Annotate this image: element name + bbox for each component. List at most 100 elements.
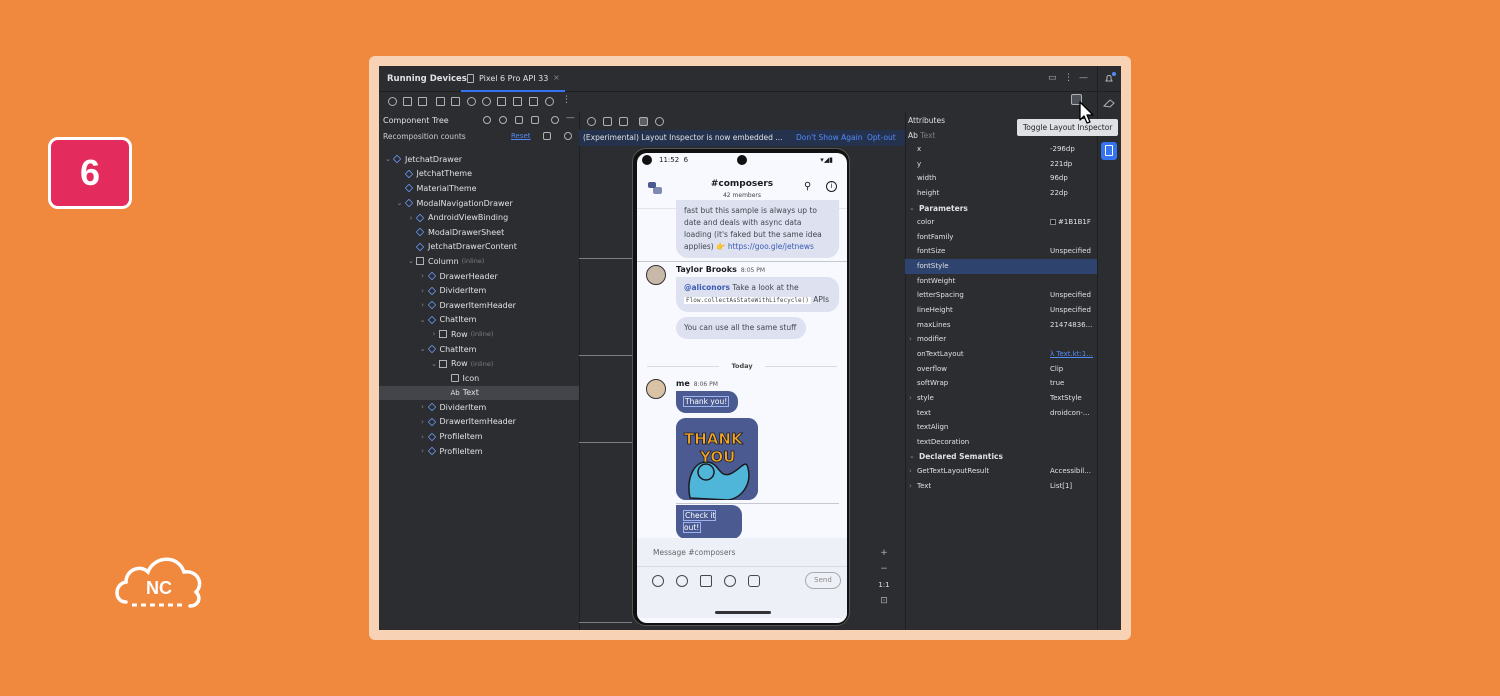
image-icon[interactable] [700, 575, 712, 587]
power-icon[interactable] [388, 97, 397, 106]
attribute-row[interactable]: x -296dp [905, 142, 1097, 157]
message-input[interactable]: Message #composers [653, 548, 735, 557]
info-icon[interactable]: i [826, 181, 837, 192]
chevron-down-icon[interactable]: ⌄ [418, 316, 428, 324]
back-icon[interactable] [467, 97, 476, 106]
attribute-value[interactable]: λ Text.kt:1... [1050, 350, 1096, 358]
attribute-section[interactable]: ⌄ Declared Semantics [905, 449, 1097, 464]
screenshot-icon[interactable] [513, 97, 522, 106]
avatar[interactable] [646, 379, 666, 399]
attribute-row[interactable]: lineHeight Unspecified [905, 303, 1097, 318]
refresh-icon[interactable] [655, 117, 664, 126]
window-icon[interactable]: ▭ [1048, 73, 1057, 83]
chevron-right-icon[interactable]: › [909, 482, 912, 490]
tree-node[interactable]: Ab Text [379, 385, 579, 401]
attribute-row[interactable]: › Text List[1] [905, 479, 1097, 494]
eye-icon[interactable] [587, 117, 596, 126]
tree-node[interactable]: › ProfileItem [379, 429, 579, 444]
attribute-row[interactable]: › modifier [905, 332, 1097, 347]
attribute-row[interactable]: fontFamily [905, 230, 1097, 245]
tree-node[interactable]: › DrawerItemHeader [379, 298, 579, 313]
collapse-all-icon[interactable] [531, 116, 539, 124]
tree-node[interactable]: Icon [379, 371, 579, 386]
hide-icon[interactable]: — [566, 113, 575, 123]
tree-node[interactable]: MaterialTheme [379, 181, 579, 196]
chevron-right-icon[interactable]: › [418, 272, 428, 280]
minimize-icon[interactable]: — [1079, 73, 1088, 83]
rotate-right-icon[interactable] [451, 97, 460, 106]
attribute-section[interactable]: ⌄ Parameters [905, 201, 1097, 216]
toolbar-more-icon[interactable]: ⋮ [562, 95, 571, 105]
chevron-right-icon[interactable]: › [418, 433, 428, 441]
location-icon[interactable] [724, 575, 736, 587]
eraser-icon[interactable] [1102, 98, 1116, 108]
chevron-down-icon[interactable]: ⌄ [406, 257, 416, 265]
chevron-right-icon[interactable]: › [418, 447, 428, 455]
tree-node[interactable]: › Row (inline) [379, 327, 579, 342]
zoom-reset-label[interactable]: 1:1 [876, 576, 892, 594]
attribute-row[interactable]: overflow Clip [905, 362, 1097, 377]
eye-icon[interactable] [499, 116, 507, 124]
attribute-row[interactable]: textDecoration [905, 435, 1097, 450]
phone-screen[interactable]: 11:52 6 ▾◢▮ #composers 42 members ⚲ i fa… [637, 153, 847, 623]
snapshot-icon[interactable] [545, 97, 554, 106]
more-options-icon[interactable]: ⋮ [1064, 73, 1073, 83]
live-updates-icon[interactable] [639, 117, 648, 126]
chevron-down-icon[interactable]: ⌄ [383, 155, 393, 163]
close-tab-icon[interactable]: × [553, 73, 560, 82]
attribute-row[interactable]: letterSpacing Unspecified [905, 288, 1097, 303]
tree-node[interactable]: ⌄ ChatItem [379, 313, 579, 328]
video-call-icon[interactable] [748, 575, 760, 587]
volume-up-icon[interactable] [403, 97, 412, 106]
mention-icon[interactable] [676, 575, 688, 587]
reset-link[interactable]: Reset [511, 132, 531, 140]
tree-node[interactable]: ModalDrawerSheet [379, 225, 579, 240]
fit-screen-icon[interactable]: ⊡ [876, 594, 892, 608]
device-tab[interactable]: Pixel 6 Pro API 33 × [461, 66, 565, 92]
chevron-down-icon[interactable]: ⌄ [395, 199, 405, 207]
tree-node[interactable]: ⌄ Row (inline) [379, 356, 579, 371]
tree-node[interactable]: ⌄ JetchatDrawer [379, 152, 579, 167]
3d-view-icon[interactable] [619, 117, 628, 126]
expand-all-icon[interactable] [515, 116, 523, 124]
chevron-right-icon[interactable]: › [406, 214, 416, 222]
attribute-row[interactable]: textAlign [905, 420, 1097, 435]
attribute-row[interactable]: text droidcon-... [905, 406, 1097, 421]
home-icon[interactable] [482, 97, 491, 106]
send-button[interactable]: Send [805, 572, 841, 589]
chevron-down-icon[interactable]: ⌄ [418, 345, 428, 353]
chevron-right-icon[interactable]: › [418, 418, 428, 426]
tree-node[interactable]: › DrawerHeader [379, 269, 579, 284]
tree-node[interactable]: JetchatTheme [379, 167, 579, 182]
highlight-icon[interactable] [543, 132, 551, 140]
attribute-row[interactable]: width 96dp [905, 171, 1097, 186]
attribute-row[interactable]: › GetTextLayoutResult Accessibil... [905, 464, 1097, 479]
attribute-row[interactable]: fontSize Unspecified [905, 244, 1097, 259]
opt-out-link[interactable]: Opt-out [867, 133, 896, 142]
overview-icon[interactable] [497, 97, 506, 106]
chevron-right-icon[interactable]: › [418, 287, 428, 295]
chevron-down-icon[interactable]: ⌄ [429, 360, 439, 368]
chevron-right-icon[interactable]: › [418, 403, 428, 411]
tree-node[interactable]: ⌄ ChatItem [379, 342, 579, 357]
tree-node[interactable]: › DividerItem [379, 400, 579, 415]
tree-node[interactable]: › ProfileItem [379, 444, 579, 459]
zoom-in-icon[interactable]: + [876, 544, 892, 562]
chevron-right-icon[interactable]: › [429, 330, 439, 338]
avatar[interactable] [646, 265, 666, 285]
tree-node[interactable]: › AndroidViewBinding [379, 210, 579, 225]
tree-node[interactable]: ⌄ Column (inline) [379, 254, 579, 269]
search-icon[interactable]: ⚲ [804, 181, 811, 192]
gear-icon[interactable] [551, 116, 559, 124]
attribute-row[interactable]: y 221dp [905, 157, 1097, 172]
disable-icon[interactable] [564, 132, 572, 140]
volume-down-icon[interactable] [418, 97, 427, 106]
attribute-row[interactable]: › style TextStyle [905, 391, 1097, 406]
attribute-row[interactable]: height 22dp [905, 186, 1097, 201]
layout-inspector-side-button[interactable] [1101, 142, 1117, 160]
attribute-row[interactable]: fontWeight [905, 274, 1097, 289]
chevron-right-icon[interactable]: › [909, 394, 912, 402]
dont-show-again-link[interactable]: Don't Show Again [796, 133, 862, 142]
tree-node[interactable]: › DividerItem [379, 283, 579, 298]
attribute-row[interactable]: fontStyle [905, 259, 1097, 274]
